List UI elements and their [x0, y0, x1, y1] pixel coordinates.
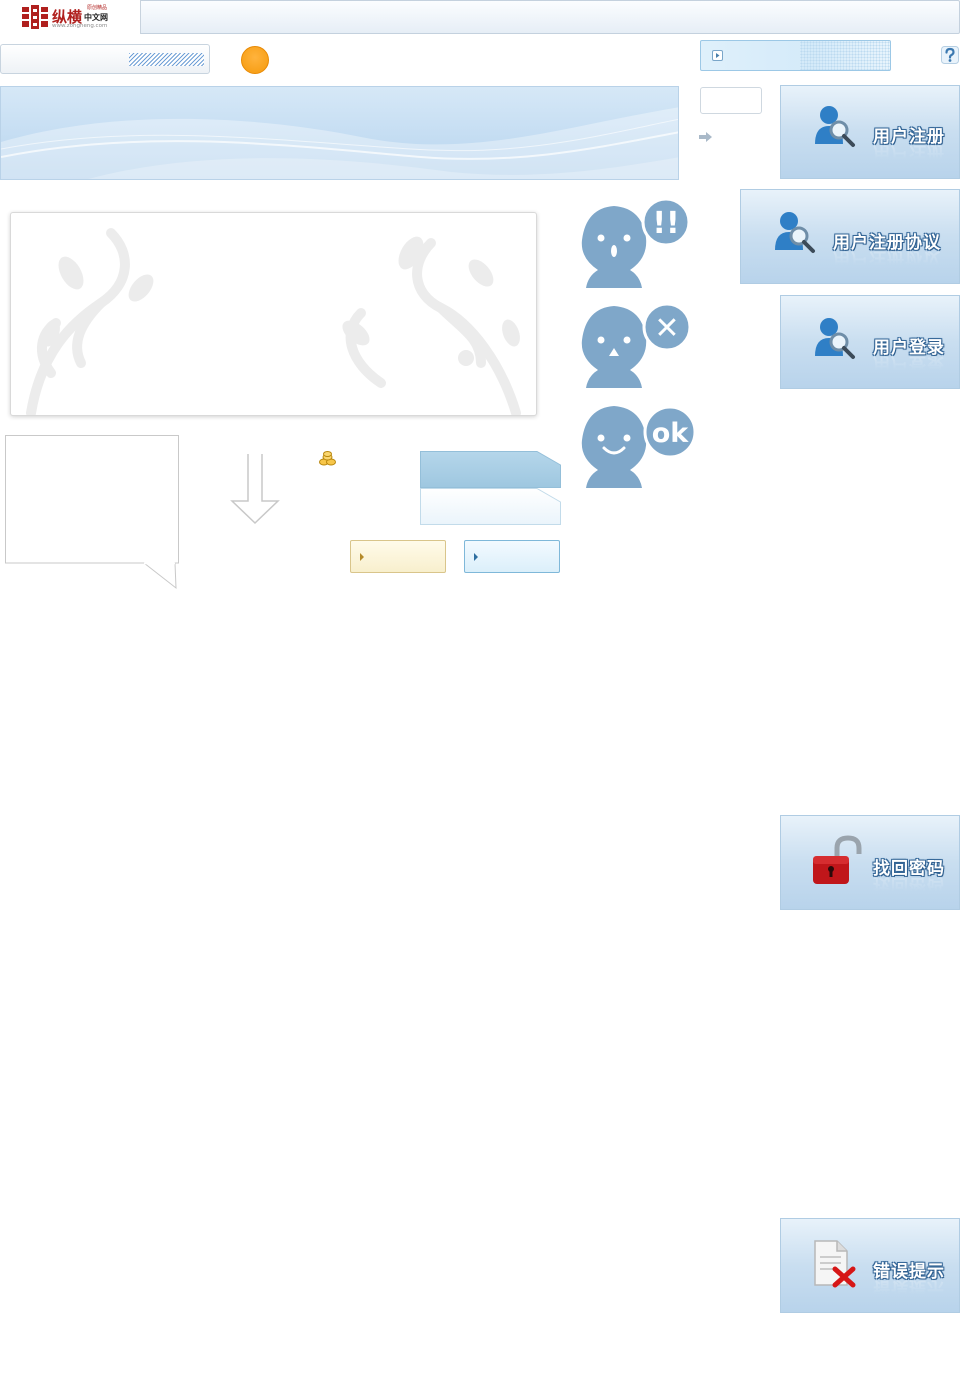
register-agreement-label-reflection: 用户注册协议 — [833, 248, 941, 268]
logo-tagline: 原创精品 — [87, 5, 108, 11]
warning-bubble-text: !! — [652, 206, 679, 241]
blue-button[interactable] — [464, 540, 560, 573]
tab-active[interactable] — [420, 451, 561, 488]
triangle-right-icon — [474, 553, 478, 561]
notice-bar-pattern — [800, 41, 890, 70]
error-bubble-text: ✕ — [654, 311, 679, 346]
error-document-icon — [814, 1240, 856, 1288]
logo-mark-icon — [22, 5, 48, 29]
login-button[interactable]: 用户登录 用户登录 — [780, 295, 960, 389]
warning-face-icon: !! — [581, 197, 691, 288]
find-password-button[interactable]: 找回密码 找回密码 — [780, 815, 960, 910]
user-search-icon — [815, 106, 855, 147]
coins-icon — [319, 451, 336, 466]
find-password-label-reflection: 找回密码 — [873, 874, 945, 894]
play-icon[interactable] — [712, 50, 723, 61]
arrow-down-icon — [230, 454, 280, 525]
login-label-reflection: 用户登录 — [873, 353, 945, 373]
error-tips-button[interactable]: 错误提示 错误提示 — [780, 1218, 960, 1313]
logo-subtext: 中文网 — [84, 13, 108, 22]
success-bubble-text: ok — [652, 418, 690, 449]
success-face-icon: ok — [581, 405, 697, 488]
user-search-icon — [815, 318, 855, 359]
user-search-icon — [775, 212, 815, 253]
orange-circle-icon[interactable] — [241, 46, 269, 74]
register-button[interactable]: 用户注册 用户注册 — [780, 85, 960, 179]
header-banner — [0, 86, 679, 180]
small-input[interactable] — [700, 87, 762, 114]
register-agreement-button[interactable]: 用户注册协议 用户注册协议 — [740, 189, 960, 284]
search-field-stripes — [129, 53, 204, 66]
error-tips-label-reflection: 错误提示 — [873, 1277, 945, 1297]
yellow-button[interactable] — [350, 540, 446, 573]
top-bar — [0, 0, 960, 34]
message-panel — [10, 212, 537, 416]
error-face-icon: ✕ — [581, 302, 692, 388]
register-label-reflection: 用户注册 — [873, 142, 945, 162]
speech-bubble-panel — [5, 435, 179, 590]
triangle-right-icon — [360, 553, 364, 561]
help-icon[interactable] — [941, 46, 959, 64]
logo-url: www.zongheng.com — [52, 23, 108, 29]
tab-inactive[interactable] — [420, 488, 561, 525]
arrow-right-icon[interactable] — [699, 131, 713, 143]
floral-ornament — [26, 228, 521, 415]
unlock-icon — [813, 835, 862, 884]
logo[interactable]: 纵横 中文网 原创精品 www.zongheng.com — [0, 0, 141, 34]
